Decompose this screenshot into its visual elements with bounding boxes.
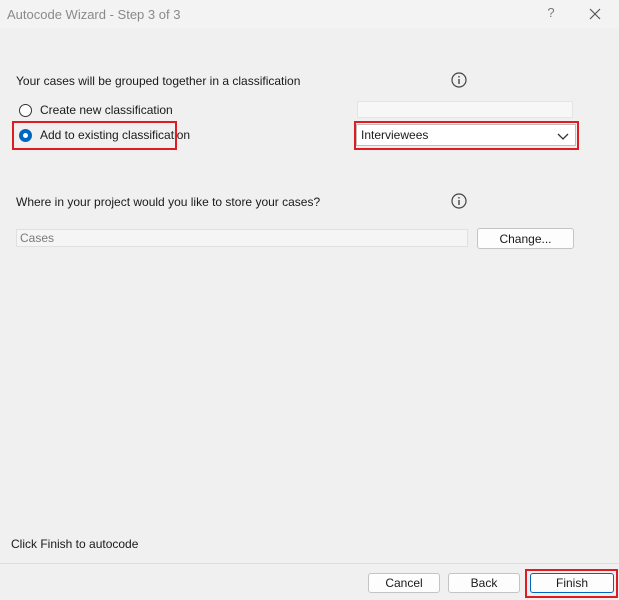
- highlight-box: [354, 121, 579, 150]
- change-button[interactable]: Change...: [477, 228, 574, 249]
- radio-create-new-classification[interactable]: Create new classification: [19, 100, 173, 120]
- help-button[interactable]: ?: [543, 5, 559, 23]
- title-bar: Autocode Wizard - Step 3 of 3 ?: [0, 0, 619, 28]
- autocode-wizard-dialog: Autocode Wizard - Step 3 of 3 ? Your cas…: [0, 0, 619, 600]
- highlight-box: [525, 569, 618, 598]
- location-prompt: Where in your project would you like to …: [16, 195, 321, 209]
- cancel-button[interactable]: Cancel: [368, 573, 440, 593]
- location-path-field: Cases: [16, 229, 468, 247]
- window-title: Autocode Wizard - Step 3 of 3: [7, 7, 181, 22]
- radio-label: Create new classification: [40, 103, 173, 117]
- highlight-box: [12, 121, 177, 150]
- finish-hint: Click Finish to autocode: [11, 537, 139, 551]
- radio-button[interactable]: [19, 103, 32, 117]
- info-icon[interactable]: [451, 193, 467, 209]
- close-icon[interactable]: [585, 5, 605, 23]
- location-path-value: Cases: [20, 231, 55, 245]
- back-button[interactable]: Back: [448, 573, 520, 593]
- new-classification-name-field: [357, 101, 573, 118]
- info-icon[interactable]: [451, 72, 467, 88]
- classification-prompt: Your cases will be grouped together in a…: [16, 74, 301, 88]
